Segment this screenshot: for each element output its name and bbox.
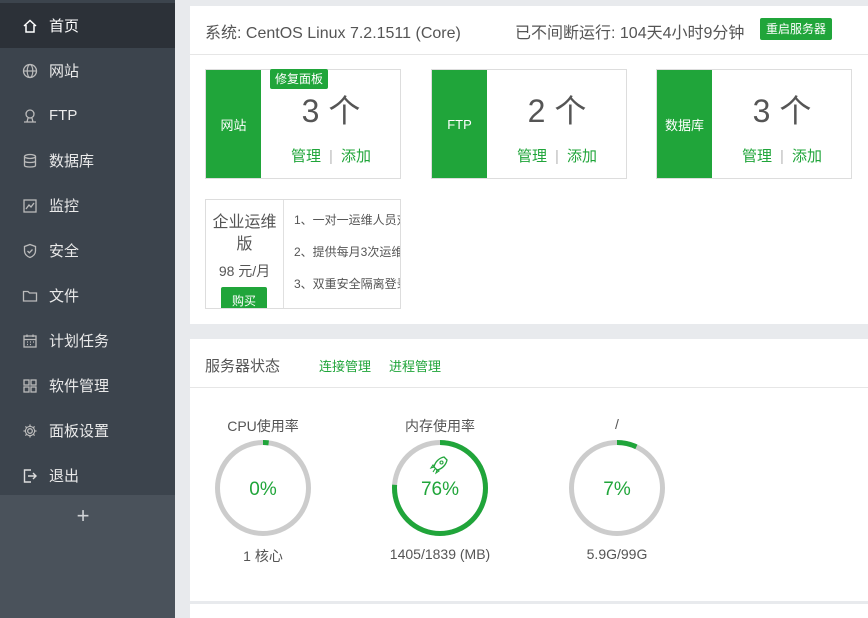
sidebar-item-ftp[interactable]: FTP bbox=[0, 93, 175, 138]
status-title: 服务器状态 bbox=[205, 358, 281, 375]
logout-icon bbox=[22, 468, 38, 484]
sidebar-item-label: 退出 bbox=[49, 468, 80, 485]
ftp-add-link[interactable]: 添加 bbox=[567, 148, 597, 165]
sidebar-item-label: 安全 bbox=[49, 243, 80, 260]
gauge-subtext: 5.9G/99G bbox=[586, 546, 648, 562]
card-label: 网站 bbox=[206, 70, 261, 178]
sidebar-item-security[interactable]: 安全 bbox=[0, 228, 175, 273]
sidebar-item-label: 首页 bbox=[49, 18, 80, 35]
sidebar-item-label: FTP bbox=[49, 107, 78, 124]
gauge-value: 0% bbox=[249, 479, 277, 500]
ftp-count: 2 个 bbox=[527, 93, 587, 129]
sidebar-item-software[interactable]: 软件管理 bbox=[0, 363, 175, 408]
apps-icon bbox=[22, 378, 38, 394]
buy-button[interactable]: 购买 bbox=[221, 287, 267, 308]
sidebar-item-monitor[interactable]: 监控 bbox=[0, 183, 175, 228]
system-info-bar: 系统: CentOS Linux 7.2.1511 (Core) 已不间断运行:… bbox=[190, 6, 868, 55]
site-count: 3 个 bbox=[301, 93, 361, 129]
site-add-link[interactable]: 添加 bbox=[341, 148, 371, 165]
gauge-value: 76% bbox=[420, 479, 460, 500]
ftp-icon bbox=[22, 108, 38, 124]
shield-icon bbox=[22, 243, 38, 259]
monitor-icon bbox=[22, 198, 38, 214]
gauge-subtext: 1405/1839 (MB) bbox=[389, 546, 491, 562]
feature-item: 3、双重安全隔离登录 bbox=[294, 277, 401, 291]
site-card: 网站 3 个 管理 | 添加 修复面板 bbox=[205, 69, 401, 179]
sidebar-item-label: 软件管理 bbox=[49, 378, 110, 395]
next-panel bbox=[190, 604, 868, 618]
database-icon bbox=[22, 153, 38, 169]
sidebar-item-label: 文件 bbox=[49, 288, 80, 305]
card-label: FTP bbox=[432, 70, 487, 178]
enterprise-features: 1、一对一运维人员对 2、提供每月3次运维 3、双重安全隔离登录 bbox=[294, 212, 401, 308]
add-shortcut-button[interactable]: + bbox=[72, 505, 94, 527]
db-add-link[interactable]: 添加 bbox=[792, 148, 822, 165]
db-count: 3 个 bbox=[752, 93, 812, 129]
sidebar: 首页 网站 FTP 数据库 监控 安全 文件 计划任务 软件管理 面板设置 退出… bbox=[0, 0, 175, 618]
process-manage-link[interactable]: 进程管理 bbox=[389, 356, 441, 375]
sidebar-item-settings[interactable]: 面板设置 bbox=[0, 408, 175, 453]
ftp-card: FTP 2 个 管理 | 添加 bbox=[431, 69, 627, 179]
ftp-manage-link[interactable]: 管理 bbox=[517, 148, 547, 165]
card-label: 数据库 bbox=[657, 70, 712, 178]
enterprise-ad: 企业运维版 98 元/月 购买 1、一对一运维人员对 2、提供每月3次运维 3、… bbox=[205, 199, 401, 309]
folder-icon bbox=[22, 288, 38, 304]
gear-icon bbox=[22, 423, 38, 439]
repair-panel-button[interactable]: 修复面板 bbox=[270, 69, 329, 89]
home-icon bbox=[22, 18, 38, 34]
sidebar-item-files[interactable]: 文件 bbox=[0, 273, 175, 318]
server-status-panel: 服务器状态 连接管理 进程管理 CPU使用率 0% 1 核心 内存使用率 76%… bbox=[190, 339, 868, 601]
os-info: 系统: CentOS Linux 7.2.1511 (Core) bbox=[205, 25, 461, 42]
gauge-title: / bbox=[615, 416, 619, 432]
card-links: 管理 | 添加 bbox=[291, 148, 371, 165]
db-manage-link[interactable]: 管理 bbox=[742, 148, 772, 165]
connection-manage-link[interactable]: 连接管理 bbox=[319, 356, 371, 375]
sidebar-item-label: 计划任务 bbox=[49, 333, 110, 350]
gauge-subtext: 1 核心 bbox=[243, 548, 283, 564]
gauge-value: 7% bbox=[603, 479, 631, 500]
sidebar-item-home[interactable]: 首页 bbox=[0, 3, 175, 48]
gauge-title: 内存使用率 bbox=[405, 418, 475, 434]
card-links: 管理 | 添加 bbox=[742, 148, 822, 165]
rocket-icon bbox=[429, 456, 448, 475]
status-header: 服务器状态 连接管理 进程管理 bbox=[190, 339, 868, 388]
sidebar-item-label: 面板设置 bbox=[49, 423, 110, 440]
database-card: 数据库 3 个 管理 | 添加 bbox=[656, 69, 852, 179]
restart-server-button[interactable]: 重启服务器 bbox=[760, 18, 833, 40]
site-manage-link[interactable]: 管理 bbox=[291, 148, 321, 165]
sidebar-item-cron[interactable]: 计划任务 bbox=[0, 318, 175, 363]
sidebar-item-label: 网站 bbox=[49, 63, 80, 80]
feature-item: 1、一对一运维人员对 bbox=[294, 213, 401, 227]
overview-panel: 系统: CentOS Linux 7.2.1511 (Core) 已不间断运行:… bbox=[190, 6, 868, 324]
feature-item: 2、提供每月3次运维 bbox=[294, 245, 401, 259]
enterprise-price: 98 元/月 bbox=[218, 263, 271, 279]
sidebar-item-sites[interactable]: 网站 bbox=[0, 48, 175, 93]
sidebar-item-label: 数据库 bbox=[49, 153, 95, 170]
uptime-text: 已不间断运行: 104天4小时9分钟 bbox=[515, 25, 745, 42]
calendar-icon bbox=[22, 333, 38, 349]
enterprise-summary: 企业运维版 98 元/月 购买 bbox=[206, 200, 284, 308]
sidebar-item-logout[interactable]: 退出 bbox=[0, 453, 175, 498]
sidebar-item-database[interactable]: 数据库 bbox=[0, 138, 175, 183]
sidebar-item-label: 监控 bbox=[49, 198, 80, 215]
globe-icon bbox=[22, 63, 38, 79]
gauge-title: CPU使用率 bbox=[227, 418, 299, 434]
card-links: 管理 | 添加 bbox=[517, 148, 597, 165]
enterprise-title: 企业运维版 bbox=[212, 214, 277, 253]
